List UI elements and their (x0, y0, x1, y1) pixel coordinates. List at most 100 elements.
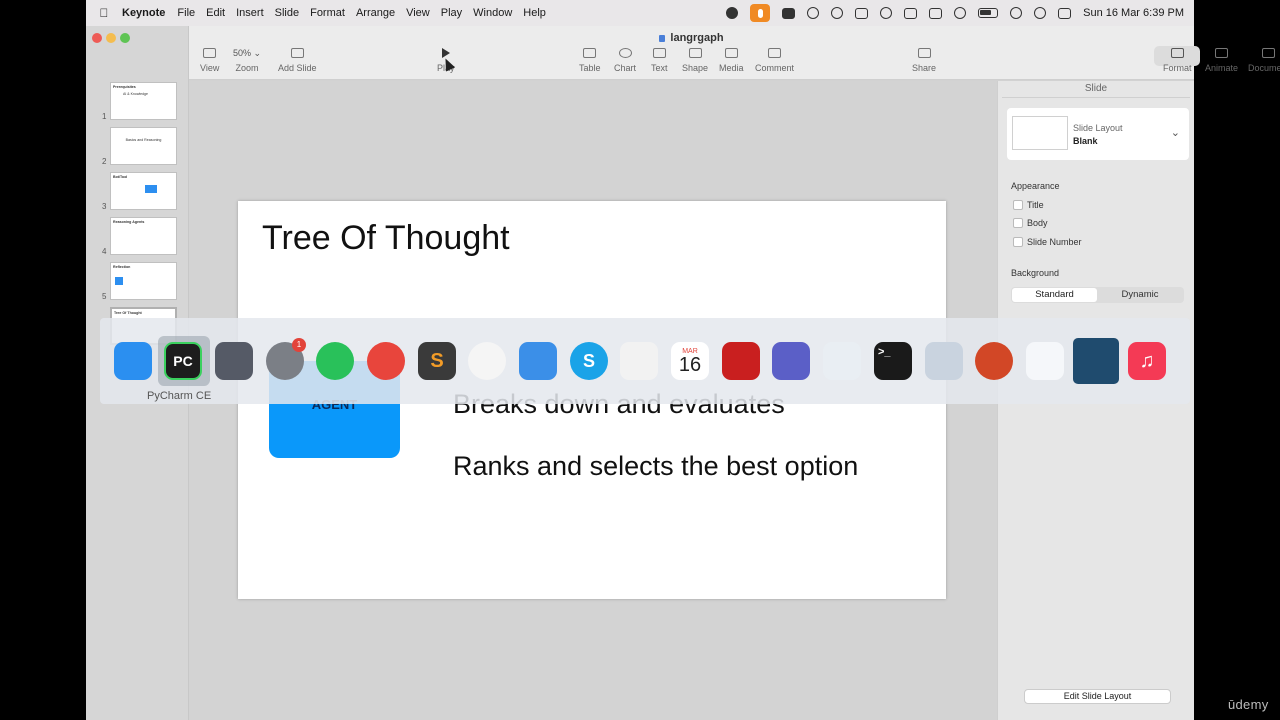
apple-menu-icon[interactable]:  (86, 6, 122, 20)
document-icon (1262, 48, 1276, 58)
animate-button[interactable]: Animate (1205, 48, 1238, 73)
zoom-window-icon[interactable] (120, 33, 130, 43)
slide-thumbnail-2[interactable]: Basics and Reasoning (110, 127, 177, 165)
search-icon[interactable] (1034, 7, 1047, 19)
slide-thumbnail-4[interactable]: Reasoning Agents (110, 217, 177, 255)
zoom-value: 50% ⌄ (233, 48, 262, 58)
appearance-heading: Appearance (1011, 181, 1060, 191)
menu-view[interactable]: View (406, 7, 438, 19)
share-icon (917, 48, 931, 58)
teams-icon[interactable] (772, 342, 810, 380)
slide-thumbnail-5[interactable]: Reflection (110, 262, 177, 300)
skype-icon[interactable]: S (570, 342, 608, 380)
dock-tooltip: PyCharm CE (147, 390, 212, 402)
sublime-icon[interactable]: S (418, 342, 456, 380)
layout-preview (1012, 116, 1068, 150)
background-standard-option[interactable]: Standard (1012, 288, 1097, 302)
chart-button[interactable]: Chart (614, 48, 636, 73)
menu-insert[interactable]: Insert (236, 7, 272, 19)
thumbnail-title: Reflection (113, 265, 131, 269)
share-status-icon[interactable] (807, 7, 820, 19)
slide-thumbnail-1[interactable]: Prerequisites AI & Knowledge (110, 82, 177, 120)
edit-slide-layout-button[interactable]: Edit Slide Layout (1024, 689, 1171, 704)
slide-number: 5 (102, 292, 107, 301)
window-icon[interactable] (929, 7, 943, 19)
chevron-down-icon: ⌄ (1170, 127, 1180, 139)
control-center-icon[interactable] (1058, 7, 1072, 19)
shape-button[interactable]: Shape (682, 48, 708, 73)
battery-icon[interactable] (978, 8, 999, 18)
hand-icon[interactable] (782, 7, 796, 19)
music-icon[interactable]: ♫ (1128, 342, 1166, 380)
background-segmented-control: Standard Dynamic (1011, 287, 1184, 303)
body-checkbox[interactable] (1013, 218, 1023, 228)
table-button[interactable]: Table (579, 48, 601, 73)
close-window-icon[interactable] (92, 33, 102, 43)
thumbnail-shape (145, 185, 157, 193)
calendar-icon[interactable]: MAR 16 (671, 342, 709, 380)
menu-arrange[interactable]: Arrange (356, 7, 403, 19)
openai-status-icon[interactable] (831, 7, 844, 19)
menu-window[interactable]: Window (473, 7, 520, 19)
bullet-text[interactable]: Ranks and selects the best option (453, 451, 858, 482)
textedit-icon[interactable] (620, 342, 658, 380)
format-button[interactable]: Format (1163, 48, 1192, 73)
text-button[interactable]: Text (651, 48, 668, 73)
menu-play[interactable]: Play (441, 7, 470, 19)
chatgpt-icon[interactable] (468, 342, 506, 380)
background-dynamic-option[interactable]: Dynamic (1097, 288, 1183, 302)
comment-button[interactable]: Comment (755, 48, 794, 73)
add-slide-button[interactable]: Add Slide (278, 48, 317, 73)
terminal-icon[interactable]: >_ (874, 342, 912, 380)
clock[interactable]: Sun 16 Mar 6:39 PM (1083, 7, 1184, 19)
menu-format[interactable]: Format (310, 7, 353, 19)
comment-icon (768, 48, 781, 58)
media-button[interactable]: Media (719, 48, 744, 73)
launchpad-icon[interactable] (215, 342, 253, 380)
creative-cloud-icon[interactable] (880, 7, 893, 19)
slide-number: 3 (102, 202, 107, 211)
zoom-control[interactable]: 50% ⌄ Zoom (233, 48, 261, 73)
preview-icon[interactable] (925, 342, 963, 380)
menu-app[interactable]: Keynote (122, 7, 173, 19)
finder-icon[interactable] (519, 342, 557, 380)
record-icon[interactable] (855, 7, 869, 19)
thumbnail-title: Tree Of Thought (114, 311, 142, 315)
checkbox-label: Title (1027, 200, 1044, 210)
menu-edit[interactable]: Edit (206, 7, 233, 19)
menu-file[interactable]: File (177, 7, 203, 19)
minimize-window-icon[interactable] (106, 33, 116, 43)
screen:  Keynote File Edit Insert Slide Format … (0, 0, 1280, 720)
menu-help[interactable]: Help (523, 7, 554, 19)
whatsapp-icon[interactable] (316, 342, 354, 380)
chrome-icon[interactable] (367, 342, 405, 380)
thumbnail-body: Basics and Reasoning (125, 138, 162, 142)
view-button[interactable]: View (200, 48, 219, 73)
keynote-icon[interactable] (114, 342, 152, 380)
mysql-icon[interactable] (1073, 338, 1119, 384)
settings-icon[interactable]: 1 (266, 338, 306, 380)
screenshot-app-icon[interactable] (726, 7, 739, 19)
menu-slide[interactable]: Slide (275, 7, 307, 19)
slide-title[interactable]: Tree Of Thought (262, 219, 510, 258)
vscode-icon[interactable] (1026, 342, 1064, 380)
share-button[interactable]: Share (912, 48, 936, 73)
title-checkbox[interactable] (1013, 200, 1023, 210)
document-button[interactable]: Document (1248, 48, 1280, 73)
chart-icon (618, 48, 632, 58)
acrobat-icon[interactable] (722, 342, 760, 380)
wifi-icon[interactable] (1010, 7, 1023, 19)
menubar:  Keynote File Edit Insert Slide Format … (86, 0, 1194, 26)
slide-thumbnail-3[interactable]: Bot/Tool (110, 172, 177, 210)
slide-number-checkbox[interactable] (1013, 237, 1023, 247)
play-status-icon[interactable] (954, 7, 967, 19)
thumbnail-title: Prerequisites (113, 85, 136, 89)
slide-layout-picker[interactable]: Slide Layout Blank ⌄ (1007, 108, 1189, 160)
inspector-tab-slide[interactable]: Slide (998, 83, 1194, 94)
microphone-icon[interactable] (750, 4, 771, 22)
pycharm-icon[interactable]: PC (164, 342, 202, 380)
sidebar-icon (203, 48, 217, 58)
postgres-icon[interactable] (823, 342, 861, 380)
powerpoint-icon[interactable] (975, 342, 1013, 380)
display-icon[interactable] (904, 7, 918, 19)
